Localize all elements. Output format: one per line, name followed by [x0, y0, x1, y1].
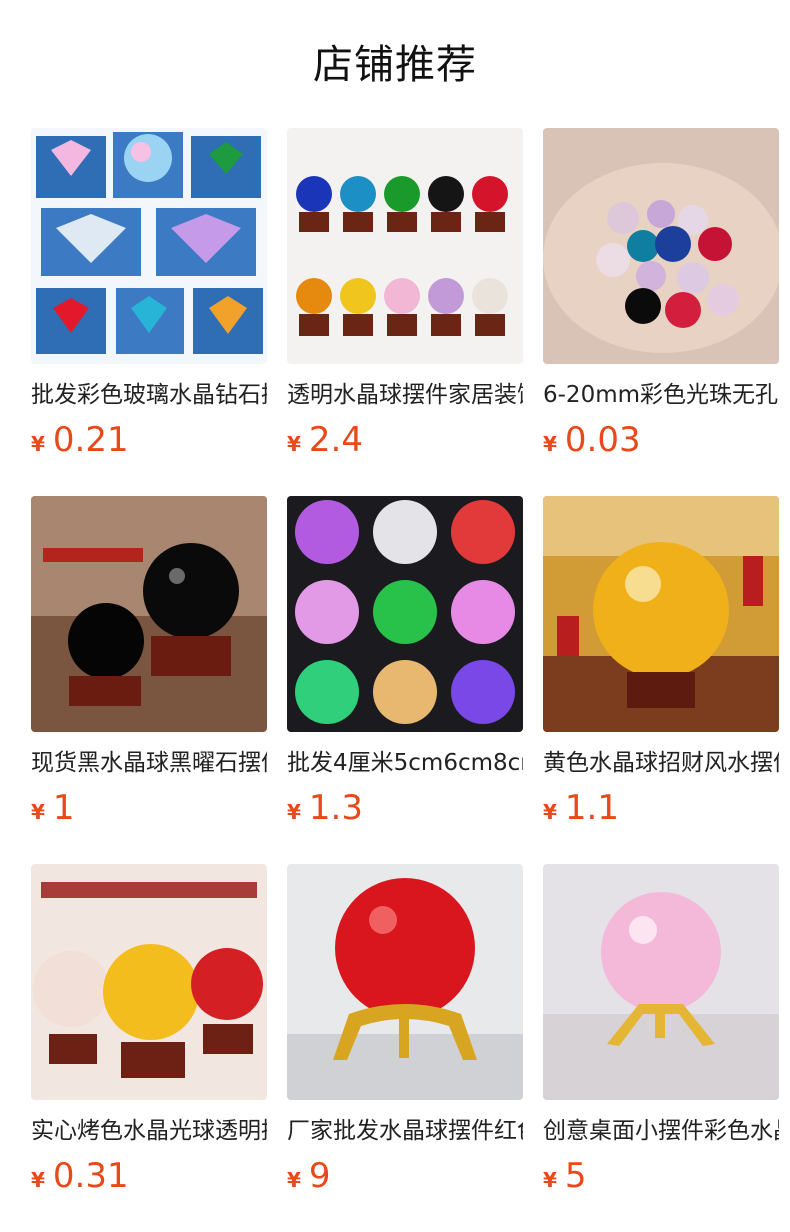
product-price: ¥ 5 [543, 1156, 779, 1196]
section-header: 店铺推荐 [0, 0, 790, 128]
currency-symbol: ¥ [543, 432, 557, 456]
product-image[interactable] [31, 128, 267, 364]
currency-symbol: ¥ [543, 800, 557, 824]
price-value: 5 [564, 1156, 587, 1196]
price-value: 0.03 [564, 420, 641, 460]
product-price: ¥ 1.3 [287, 788, 523, 828]
product-title[interactable]: 实心烤色水晶光球透明摆件 [31, 1116, 267, 1146]
product-image[interactable] [31, 496, 267, 732]
product-price: ¥ 0.31 [31, 1156, 267, 1196]
currency-symbol: ¥ [31, 432, 45, 456]
product-image[interactable] [543, 496, 779, 732]
price-value: 1.3 [308, 788, 363, 828]
product-price: ¥ 2.4 [287, 420, 523, 460]
product-title[interactable]: 创意桌面小摆件彩色水晶球 [543, 1116, 779, 1146]
product-title[interactable]: 现货黑水晶球黑曜石摆件 [31, 748, 267, 778]
product-title[interactable]: 批发4厘米5cm6cm8cm裂纹水晶球 [287, 748, 523, 778]
product-price: ¥ 0.21 [31, 420, 267, 460]
currency-symbol: ¥ [543, 1168, 557, 1192]
product-price: ¥ 1.1 [543, 788, 779, 828]
product-price: ¥ 1 [31, 788, 267, 828]
product-card[interactable]: 现货黑水晶球黑曜石摆件 ¥ 1 [31, 496, 267, 828]
product-title[interactable]: 黄色水晶球招财风水摆件 [543, 748, 779, 778]
product-title[interactable]: 6-20mm彩色光珠无孔玻璃珠 [543, 380, 779, 410]
product-card[interactable]: 厂家批发水晶球摆件红色 ¥ 9 [287, 864, 523, 1196]
product-title[interactable]: 批发彩色玻璃水晶钻石摆件 [31, 380, 267, 410]
price-value: 0.21 [52, 420, 129, 460]
product-price: ¥ 0.03 [543, 420, 779, 460]
product-image[interactable] [287, 864, 523, 1100]
product-grid: 批发彩色玻璃水晶钻石摆件 ¥ 0.21 [0, 128, 790, 1196]
product-image[interactable] [543, 128, 779, 364]
product-image[interactable] [287, 128, 523, 364]
product-card[interactable]: 批发4厘米5cm6cm8cm裂纹水晶球 ¥ 1.3 [287, 496, 523, 828]
product-card[interactable]: 6-20mm彩色光珠无孔玻璃珠 ¥ 0.03 [543, 128, 779, 460]
product-title[interactable]: 厂家批发水晶球摆件红色 [287, 1116, 523, 1146]
currency-symbol: ¥ [287, 1168, 301, 1192]
currency-symbol: ¥ [287, 800, 301, 824]
price-value: 9 [308, 1156, 331, 1196]
currency-symbol: ¥ [31, 800, 45, 824]
price-value: 1.1 [564, 788, 619, 828]
product-card[interactable]: 创意桌面小摆件彩色水晶球 ¥ 5 [543, 864, 779, 1196]
product-image[interactable] [543, 864, 779, 1100]
section-title: 店铺推荐 [313, 42, 477, 88]
currency-symbol: ¥ [287, 432, 301, 456]
price-value: 2.4 [308, 420, 363, 460]
currency-symbol: ¥ [31, 1168, 45, 1192]
product-card[interactable]: 批发彩色玻璃水晶钻石摆件 ¥ 0.21 [31, 128, 267, 460]
product-image[interactable] [287, 496, 523, 732]
price-value: 1 [52, 788, 75, 828]
product-card[interactable]: 透明水晶球摆件家居装饰 ¥ 2.4 [287, 128, 523, 460]
product-card[interactable]: 黄色水晶球招财风水摆件 ¥ 1.1 [543, 496, 779, 828]
product-price: ¥ 9 [287, 1156, 523, 1196]
product-card[interactable]: 实心烤色水晶光球透明摆件 ¥ 0.31 [31, 864, 267, 1196]
product-image[interactable] [31, 864, 267, 1100]
product-title[interactable]: 透明水晶球摆件家居装饰 [287, 380, 523, 410]
price-value: 0.31 [52, 1156, 129, 1196]
